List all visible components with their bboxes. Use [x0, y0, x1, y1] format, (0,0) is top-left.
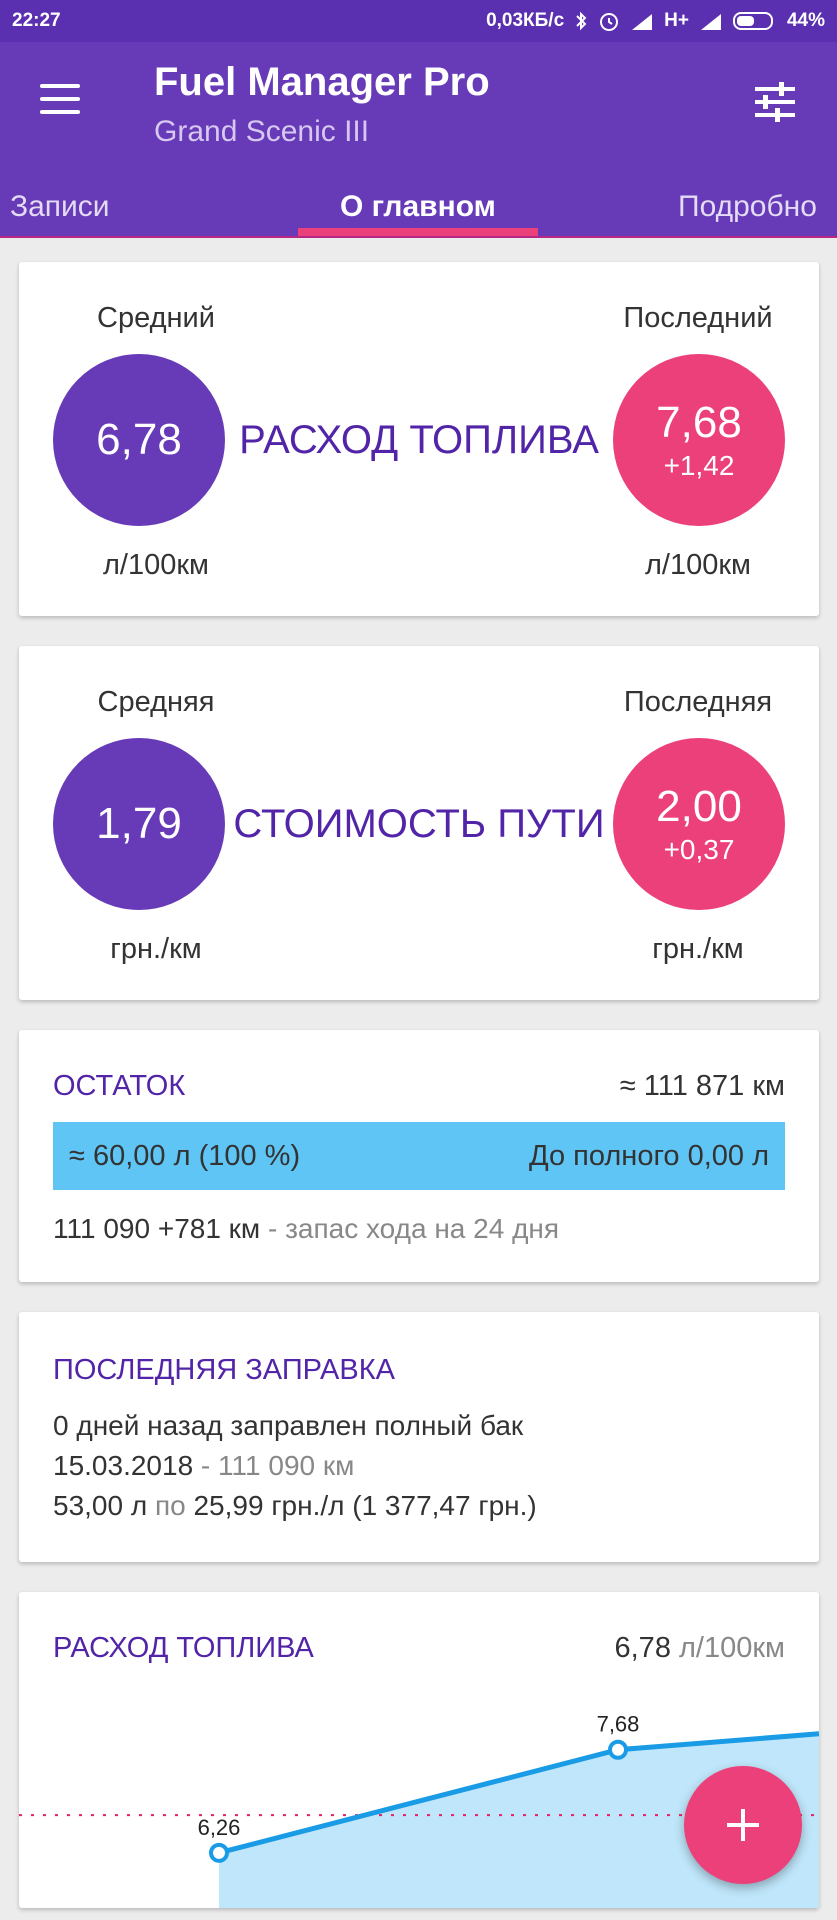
to-full-value: До полного 0,00 л: [529, 1140, 769, 1172]
avg-consumption-value: 6,78: [96, 415, 182, 464]
avg-cost-circle: 1,79: [53, 738, 225, 910]
last-refuel-title: ПОСЛЕДНЯЯ ЗАПРАВКА: [53, 1354, 395, 1386]
add-record-button[interactable]: [684, 1766, 802, 1884]
status-icons: 0,03КБ/с H+ 44%: [486, 10, 825, 32]
chart-data-point: [209, 1842, 229, 1863]
last-consumption-label: Последний: [623, 302, 773, 334]
avg-cost-label: Средняя: [97, 686, 215, 718]
refuel-date-separator: -: [193, 1450, 219, 1481]
last-consumption-circle: 7,68 +1,42: [613, 354, 785, 526]
chart-data-label: 7,68: [597, 1712, 640, 1737]
bluetooth-icon: [574, 11, 588, 31]
last-consumption-value: 7,68: [656, 398, 742, 447]
tab-details[interactable]: Подробно: [678, 190, 817, 224]
refuel-price-word: по: [147, 1490, 194, 1521]
tab-overview[interactable]: О главном: [340, 190, 496, 224]
avg-cost-unit: грн./км: [110, 933, 202, 965]
consumption-title: РАСХОД ТОПЛИВА: [239, 418, 599, 462]
last-refuel-card[interactable]: ПОСЛЕДНЯЯ ЗАПРАВКА 0 дней назад заправле…: [19, 1312, 819, 1562]
network-type: H+: [664, 10, 689, 31]
last-cost-circle: 2,00 +0,37: [613, 738, 785, 910]
network-speed: 0,03КБ/с: [486, 10, 565, 31]
fuel-level-bar: ≈ 60,00 л (100 %) До полного 0,00 л: [53, 1122, 785, 1190]
battery-icon: [732, 10, 777, 32]
remaining-title: ОСТАТОК: [53, 1070, 186, 1102]
status-time: 22:27: [12, 10, 61, 31]
odometer-value: 111 090 +781 км: [53, 1213, 261, 1244]
refuel-price: 25,99 грн./л (1 377,47 грн.): [193, 1490, 537, 1521]
remaining-card[interactable]: ОСТАТОК ≈ 111 871 км ≈ 60,00 л (100 %) Д…: [19, 1030, 819, 1282]
refuel-line-3: 53,00 л по 25,99 грн./л (1 377,47 грн.): [53, 1490, 537, 1522]
chart-data-point: [608, 1739, 628, 1760]
avg-cost-value: 1,79: [96, 799, 182, 848]
vehicle-name[interactable]: Grand Scenic III: [154, 115, 369, 149]
refuel-volume: 53,00 л: [53, 1490, 148, 1521]
tab-indicator: [298, 228, 538, 236]
app-title: Fuel Manager Pro: [154, 60, 490, 104]
last-cost-unit: грн./км: [652, 933, 744, 965]
last-consumption-unit: л/100км: [645, 549, 751, 581]
reserve-text: - запас хода на 24 дня: [260, 1213, 560, 1244]
refuel-date: 15.03.2018: [53, 1450, 194, 1481]
alarm-icon: [598, 10, 620, 32]
battery-percent: 44%: [786, 10, 825, 31]
signal-icon: [699, 12, 723, 30]
avg-consumption-circle: 6,78: [53, 354, 225, 526]
last-cost-delta: +0,37: [663, 834, 735, 865]
tab-records[interactable]: Записи: [10, 190, 110, 224]
refuel-line-1: 0 дней назад заправлен полный бак: [53, 1410, 524, 1441]
fuel-level-value: ≈ 60,00 л (100 %): [69, 1140, 301, 1172]
signal-icon: [630, 12, 654, 30]
cost-title: СТОИМОСТЬ ПУТИ: [233, 802, 605, 846]
avg-consumption-unit: л/100км: [103, 549, 209, 581]
menu-icon[interactable]: [40, 84, 82, 116]
chart-data-label: 6,26: [198, 1815, 241, 1840]
odometer-line: 111 090 +781 км - запас хода на 24 дня: [53, 1213, 559, 1245]
refuel-odometer: 111 090 км: [218, 1450, 355, 1481]
remaining-range: ≈ 111 871 км: [619, 1070, 785, 1102]
app-bar: Fuel Manager Pro Grand Scenic III Записи…: [0, 42, 837, 238]
consumption-card[interactable]: Средний Последний 6,78 РАСХОД ТОПЛИВА 7,…: [19, 262, 819, 616]
tab-divider: [0, 236, 837, 238]
refuel-line-2: 15.03.2018 - 111 090 км: [53, 1450, 354, 1482]
plus-icon: [727, 1809, 759, 1841]
last-consumption-delta: +1,42: [663, 450, 735, 481]
status-bar: 22:27 0,03КБ/с H+ 44%: [0, 0, 837, 42]
last-cost-label: Последняя: [623, 686, 773, 718]
avg-consumption-label: Средний: [97, 302, 215, 334]
last-cost-value: 2,00: [656, 782, 742, 831]
cost-card[interactable]: Средняя Последняя 1,79 СТОИМОСТЬ ПУТИ 2,…: [19, 646, 819, 1000]
filter-icon[interactable]: [753, 82, 797, 122]
